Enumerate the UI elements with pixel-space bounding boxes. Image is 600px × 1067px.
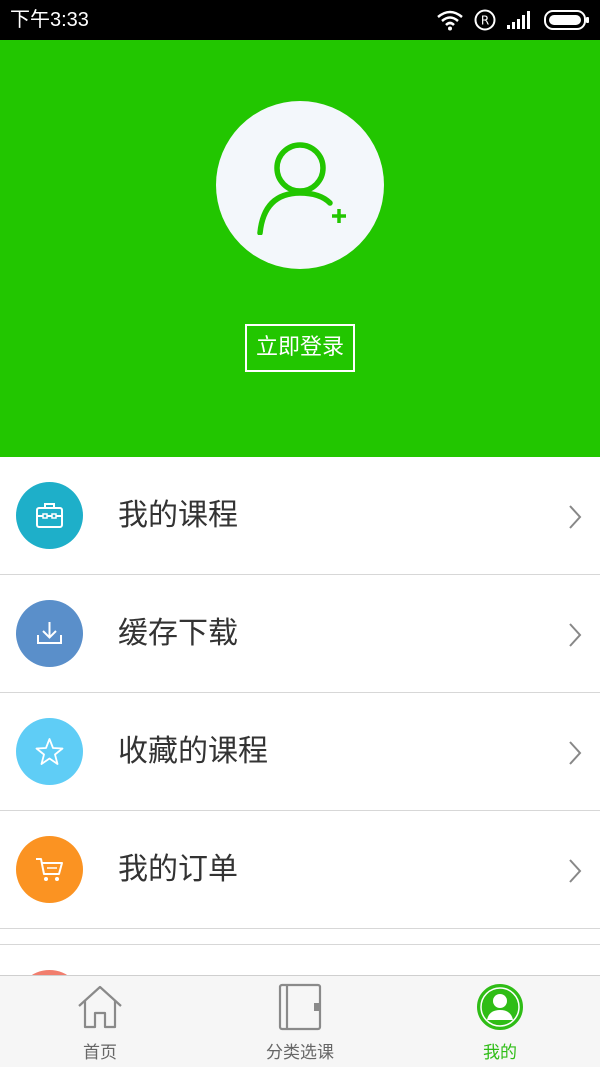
nav-item-mine[interactable]: 我的: [400, 976, 600, 1067]
nav-label: 分类选课: [266, 1043, 334, 1063]
menu-item-label: 我的订单: [118, 852, 238, 887]
profile-header: 立即登录: [0, 40, 600, 457]
profile-icon: [477, 984, 523, 1030]
menu-list: 我的课程 缓存下载 收藏的课程 我的订单: [0, 457, 600, 929]
home-icon: [78, 985, 122, 1029]
bottom-nav: 首页 分类选课 我的: [0, 975, 600, 1067]
nav-label: 我的: [483, 1043, 517, 1063]
status-icons: R: [436, 8, 590, 32]
chevron-right-icon: [569, 741, 582, 765]
menu-item-cache-download[interactable]: 缓存下载: [0, 575, 600, 693]
star-icon: [16, 718, 83, 785]
notebook-icon: [278, 983, 322, 1031]
wifi-icon: [436, 9, 464, 31]
menu-item-label: 缓存下载: [118, 616, 238, 651]
status-bar: 下午3:33 R: [0, 0, 600, 40]
cart-icon: [16, 836, 83, 903]
menu-item-my-courses[interactable]: 我的课程: [0, 457, 600, 575]
briefcase-icon: [16, 482, 83, 549]
battery-icon: [544, 10, 590, 30]
nav-item-categories[interactable]: 分类选课: [200, 976, 400, 1067]
avatar[interactable]: [216, 101, 384, 269]
chevron-right-icon: [569, 623, 582, 647]
divider: [0, 944, 600, 945]
roaming-r-icon: R: [474, 9, 496, 31]
download-icon: [16, 600, 83, 667]
nav-label: 首页: [83, 1043, 117, 1063]
add-user-icon: [257, 142, 346, 235]
menu-item-label: 我的课程: [118, 498, 238, 533]
chevron-right-icon: [569, 859, 582, 883]
nav-item-home[interactable]: 首页: [0, 976, 200, 1067]
menu-item-favorite-courses[interactable]: 收藏的课程: [0, 693, 600, 811]
signal-icon: [506, 10, 534, 30]
chevron-right-icon: [569, 505, 582, 529]
status-time: 下午3:33: [10, 9, 89, 31]
menu-item-label: 收藏的课程: [118, 734, 268, 769]
login-button[interactable]: 立即登录: [245, 324, 355, 372]
menu-item-my-orders[interactable]: 我的订单: [0, 811, 600, 929]
svg-text:R: R: [481, 14, 489, 28]
